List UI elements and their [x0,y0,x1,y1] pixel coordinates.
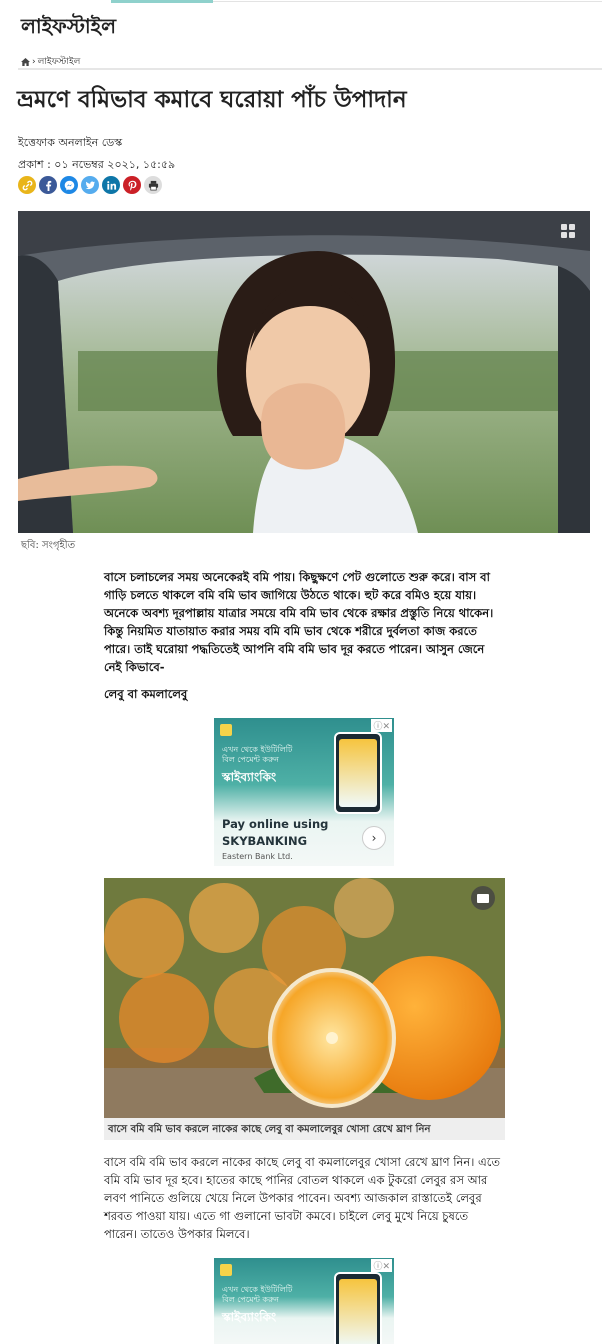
figure-caption: বাসে বমি বমি ভাব করলে নাকের কাছে লেবু বা… [108,1124,431,1135]
home-icon[interactable] [21,57,30,66]
breadcrumb: › লাইফস্টাইল [21,54,80,69]
chevron-right-icon[interactable]: › [362,826,386,850]
ad-headline: এখন থেকে ইউটিলিটি বিল পেমেন্ট করুন [222,1285,293,1304]
ad-banner-skybanking[interactable]: ⓘ✕ এখন থেকে ইউটিলিটি বিল পেমেন্ট করুন স্… [214,718,394,866]
ad-logo-badge [220,1264,232,1276]
ad-phone-graphic [334,1272,382,1344]
article-paragraph-2: বাসে বমি বমি ভাব করলে নাকের কাছে লেবু বা… [104,1155,501,1241]
article-headline: ভ্রমণে বমিভাব কমাবে ঘরোয়া পাঁচ উপাদান [17,87,407,113]
hero-photo-woman-in-car [18,211,590,533]
article-paragraph-1: বাসে চলাচলের সময় অনেকেরই বমি পায়। কিছু… [104,570,494,674]
hero-image[interactable] [18,211,590,533]
figure-caption-bar: বাসে বমি বমি ভাব করলে নাকের কাছে লেবু বা… [104,1118,505,1140]
gallery-toggle-icon[interactable] [471,886,495,910]
article-author: ইত্তেফাক অনলাইন ডেস্ক [18,136,123,149]
hero-caption: ছবি: সংগৃহীত [21,540,76,551]
top-accent-bar [0,0,602,3]
twitter-icon[interactable] [81,176,99,194]
ad-brand: স্কাইব্যাংকিং [222,770,277,784]
pinterest-icon[interactable] [123,176,141,194]
linkedin-icon[interactable] [102,176,120,194]
ad-phone-graphic [334,732,382,814]
gallery-icon[interactable] [560,223,576,239]
section-title[interactable]: লাইফস্টাইল [21,12,116,45]
breadcrumb-item-lifestyle[interactable]: লাইফস্টাইল [38,54,81,69]
ad-sponsor: Eastern Bank Ltd. [222,852,293,861]
ad-headline: এখন থেকে ইউটিলিটি বিল পেমেন্ট করুন [222,745,293,764]
ad-close-button[interactable]: ⓘ✕ [371,719,392,732]
ad-close-button[interactable]: ⓘ✕ [371,1259,392,1272]
ad-banner-skybanking-2[interactable]: ⓘ✕ এখন থেকে ইউটিলিটি বিল পেমেন্ট করুন স্… [214,1258,394,1344]
share-bar [18,176,162,194]
subheading-lemon: লেবু বা কমলালেবু [104,687,188,701]
oranges-photo [104,878,505,1118]
breadcrumb-row: › লাইফস্টাইল [18,48,602,70]
ad-logo-badge [220,724,232,736]
ad-brand: স্কাইব্যাংকিং [222,1310,277,1324]
top-divider [213,1,602,2]
print-icon[interactable] [144,176,162,194]
figure-oranges[interactable] [104,878,505,1118]
link-icon[interactable] [18,176,36,194]
facebook-icon[interactable] [39,176,57,194]
breadcrumb-separator: › [32,56,36,67]
messenger-icon[interactable] [60,176,78,194]
active-nav-indicator [111,0,213,3]
publish-date: প্রকাশ : ০১ নভেম্বর ২০২১, ১৫:৫৯ [18,158,176,171]
